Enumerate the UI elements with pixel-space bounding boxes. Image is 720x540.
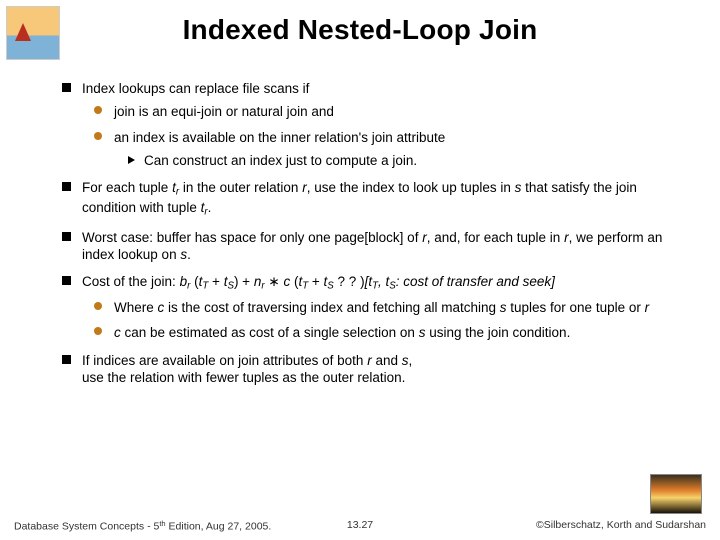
bullet-3-text: Worst case: buffer has space for only on… — [82, 230, 662, 262]
bullet-1-2-text: an index is available on the inner relat… — [114, 130, 445, 145]
logo-bottom-right — [650, 474, 702, 514]
bullet-1-2-1-text: Can construct an index just to compute a… — [144, 153, 417, 168]
bullet-1-2: an index is available on the inner relat… — [94, 129, 690, 170]
footer-left: Database System Concepts - 5th Edition, … — [14, 519, 271, 532]
bullet-2-text: For each tuple tr in the outer relation … — [82, 180, 637, 215]
bullet-1: Index lookups can replace file scans if … — [62, 80, 690, 169]
bullet-4: Cost of the join: br (tT + tS) + nr ∗ c … — [62, 273, 690, 341]
bullet-4-2: c can be estimated as cost of a single s… — [94, 324, 690, 341]
slide-title: Indexed Nested-Loop Join — [0, 0, 720, 46]
bullet-4-text: Cost of the join: br (tT + tS) + nr ∗ c … — [82, 274, 555, 289]
bullet-5-text: If indices are available on join attribu… — [82, 353, 412, 385]
bullet-1-text: Index lookups can replace file scans if — [82, 81, 309, 96]
bullet-1-1-text: join is an equi-join or natural join and — [114, 104, 334, 119]
footer: Database System Concepts - 5th Edition, … — [0, 519, 720, 532]
bullet-4-1-text: Where c is the cost of traversing index … — [114, 300, 649, 315]
footer-right: ©Silberschatz, Korth and Sudarshan — [536, 519, 706, 532]
slide-body: Index lookups can replace file scans if … — [62, 80, 690, 396]
bullet-3: Worst case: buffer has space for only on… — [62, 229, 690, 264]
bullet-5: If indices are available on join attribu… — [62, 352, 690, 387]
bullet-4-2-text: c can be estimated as cost of a single s… — [114, 325, 570, 340]
logo-top-left — [6, 6, 60, 60]
bullet-2: For each tuple tr in the outer relation … — [62, 179, 690, 219]
footer-center: 13.27 — [347, 519, 373, 531]
bullet-4-1: Where c is the cost of traversing index … — [94, 299, 690, 316]
bullet-1-2-1: Can construct an index just to compute a… — [128, 152, 690, 169]
bullet-1-1: join is an equi-join or natural join and — [94, 103, 690, 120]
